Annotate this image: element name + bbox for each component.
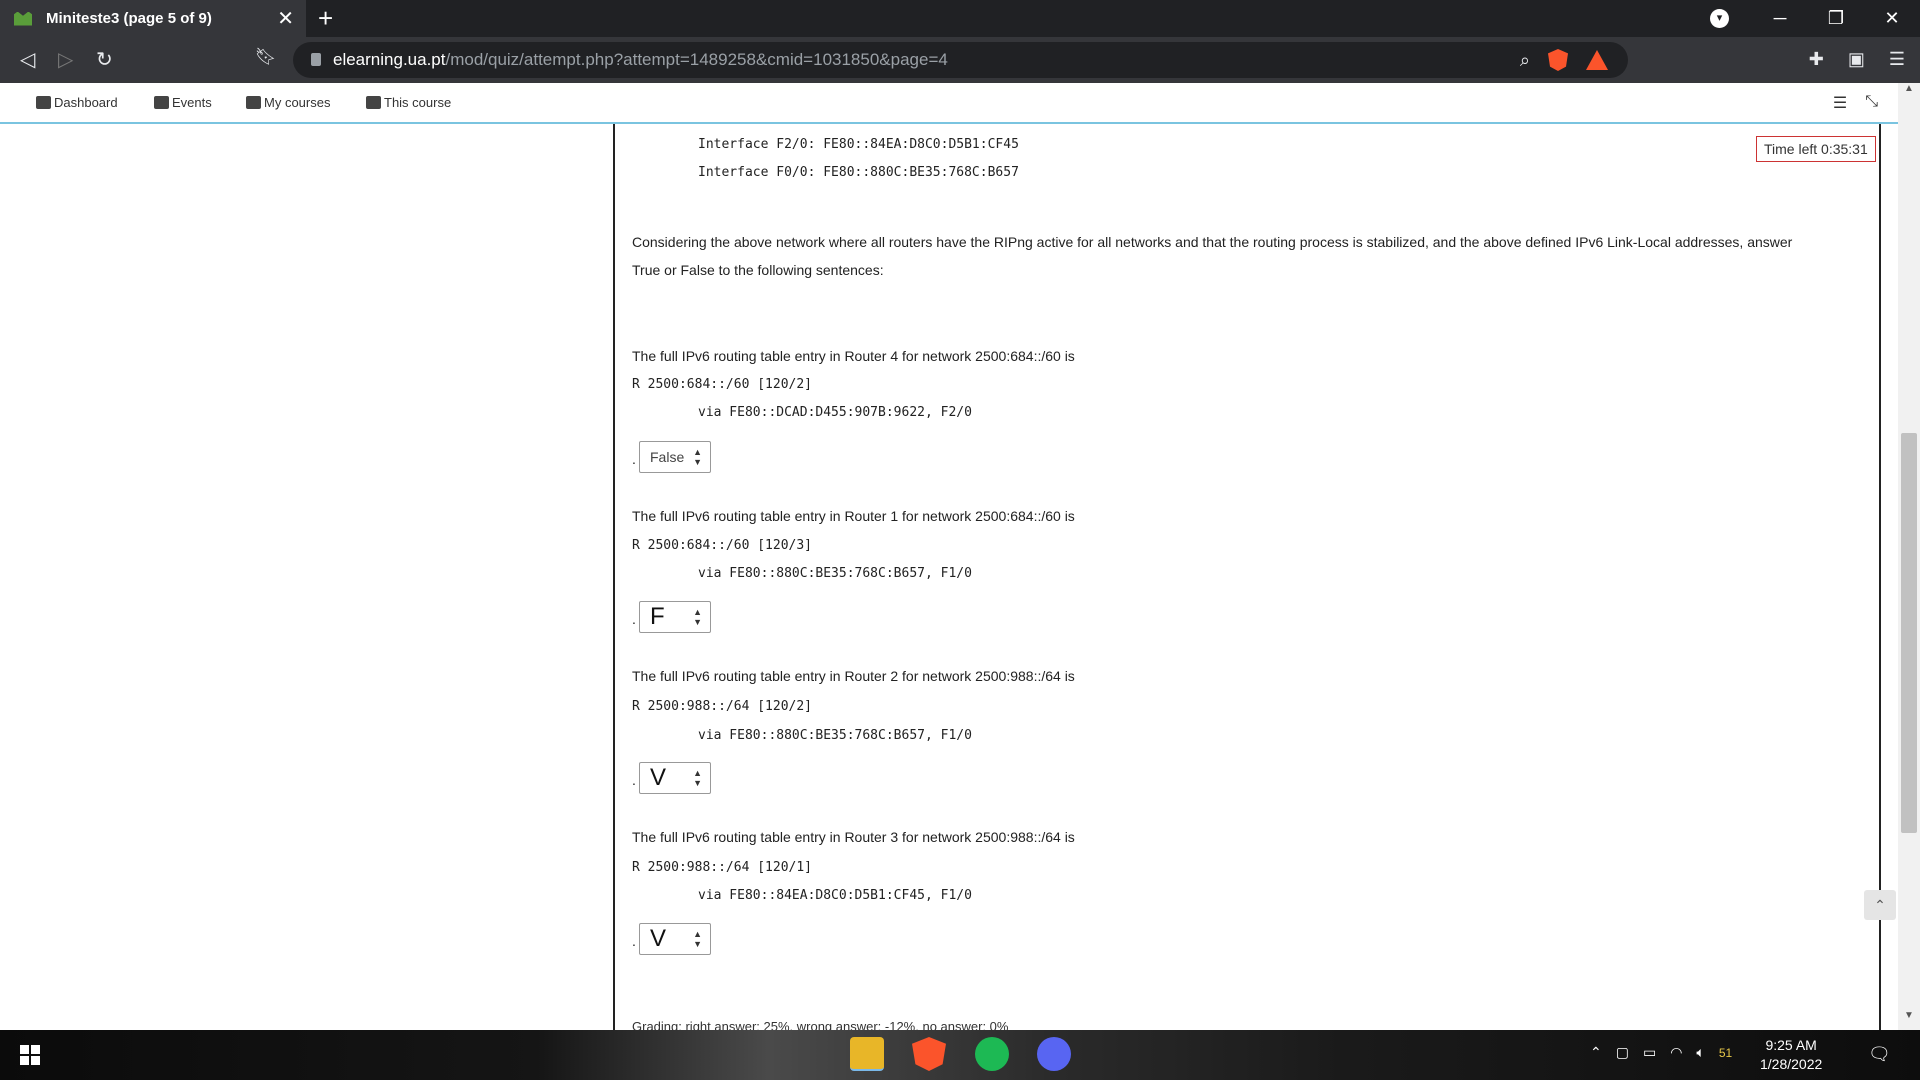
window-controls: ─ ❐ ✕ — [1752, 0, 1920, 37]
browser-tab-bar: Miniteste3 (page 5 of 9) ✕ + ▾ ─ ❐ ✕ — [0, 0, 1920, 37]
select-arrow-icon: ▲ ▼ — [693, 768, 702, 788]
select-arrow-icon: ▲ ▼ — [693, 607, 702, 627]
close-window-icon[interactable]: ✕ — [1864, 8, 1920, 29]
answer-select-value: F — [650, 603, 665, 630]
spotify-icon[interactable] — [975, 1037, 1009, 1071]
lock-icon — [311, 53, 321, 66]
brave-shields-icon[interactable] — [1548, 49, 1568, 71]
route-via: via FE80::84EA:D8C0:D5B1:CF45, F1/0 — [698, 888, 972, 903]
brave-rewards-icon[interactable] — [1586, 50, 1608, 70]
brave-browser-icon[interactable] — [912, 1037, 946, 1071]
scroll-down-icon[interactable]: ▼ — [1898, 1010, 1920, 1030]
menu-icon[interactable]: ☰ — [1889, 49, 1905, 70]
tab-title: Miniteste3 (page 5 of 9) — [46, 10, 212, 27]
nav-this-course[interactable]: This course — [366, 95, 451, 110]
answer-select-value: False — [650, 449, 685, 465]
tray-expand-icon[interactable]: ⌃ — [1590, 1044, 1602, 1061]
url-host: elearning.ua.pt — [333, 50, 446, 69]
list-toggle-icon[interactable]: ☰ — [1833, 93, 1847, 113]
clock-time: 9:25 AM — [1765, 1037, 1817, 1053]
forward-icon[interactable]: ▷ — [58, 47, 73, 72]
content-border-left — [613, 124, 615, 1030]
briefcase-icon — [246, 96, 261, 109]
scrollbar-thumb[interactable] — [1901, 433, 1917, 833]
answer-select-value: V — [650, 764, 667, 791]
statement-text: The full IPv6 routing table entry in Rou… — [632, 348, 1075, 364]
answer-select[interactable]: V ▲ ▼ — [639, 762, 711, 794]
system-tray: ⌃ ▢ ▭ ◠ 🔈︎ 51 — [1590, 1044, 1732, 1061]
nav-this-course-label: This course — [384, 95, 452, 110]
page-scrollbar[interactable]: ▲ ▼ — [1898, 83, 1920, 1030]
route-via: via FE80::880C:BE35:768C:B657, F1/0 — [698, 566, 972, 581]
answer-select[interactable]: V ▲ ▼ — [639, 923, 711, 955]
quiz-timer: Time left 0:35:31 — [1756, 136, 1876, 162]
route-via: via FE80::DCAD:D455:907B:9622, F2/0 — [698, 405, 972, 420]
sitemap-icon — [366, 96, 381, 109]
reload-icon[interactable]: ↻ — [96, 47, 113, 72]
statement-text: The full IPv6 routing table entry in Rou… — [632, 829, 1075, 845]
nav-my-courses-label: My courses — [264, 95, 331, 110]
wallet-icon[interactable]: ▣ — [1848, 49, 1865, 70]
windows-taskbar: ⌃ ▢ ▭ ◠ 🔈︎ 51 9:25 AM 1/28/2022 🗨︎ — [0, 1030, 1920, 1080]
extensions-icon[interactable]: ✚ — [1809, 49, 1824, 70]
question-intro: True or False to the following sentences… — [632, 262, 884, 278]
answer-select-value: V — [650, 925, 667, 952]
route-line: R 2500:988::/64 [120/2] — [632, 699, 813, 714]
browser-toolbar: ◁ ▷ ↻ 🔖︎ elearning.ua.pt/mod/quiz/attemp… — [0, 37, 1920, 83]
route-line: R 2500:684::/60 [120/3] — [632, 538, 813, 553]
url-path: /mod/quiz/attempt.php?attempt=1489258&cm… — [445, 50, 948, 69]
url-text[interactable]: elearning.ua.pt/mod/quiz/attempt.php?att… — [333, 50, 948, 70]
compress-icon[interactable]: ⤡ — [1865, 93, 1878, 113]
restore-icon[interactable]: ❐ — [1808, 8, 1864, 29]
zoom-icon[interactable]: ⌕ — [1520, 50, 1530, 71]
answer-select[interactable]: F ▲ ▼ — [639, 601, 711, 633]
windows-start-icon[interactable] — [20, 1045, 40, 1065]
dashboard-icon — [36, 96, 51, 109]
question-intro: Considering the above network where all … — [632, 234, 1793, 250]
scroll-to-top-button[interactable]: ⌃ — [1864, 890, 1896, 920]
clock-date: 1/28/2022 — [1760, 1056, 1823, 1072]
discord-icon[interactable] — [1037, 1037, 1071, 1071]
answer-select[interactable]: False ▲ ▼ — [639, 441, 711, 473]
nav-events-label: Events — [172, 95, 212, 110]
interface-line: Interface F2/0: FE80::84EA:D8C0:D5B1:CF4… — [698, 137, 1019, 152]
address-bar[interactable]: elearning.ua.pt/mod/quiz/attempt.php?att… — [293, 42, 1628, 78]
nav-events[interactable]: Events — [154, 95, 212, 110]
route-line: R 2500:684::/60 [120/2] — [632, 377, 813, 392]
battery-icon[interactable]: ▭ — [1643, 1044, 1656, 1061]
calendar-icon — [154, 96, 169, 109]
route-line: R 2500:988::/64 [120/1] — [632, 860, 813, 875]
nav-dashboard[interactable]: Dashboard — [36, 95, 118, 110]
interface-line: Interface F0/0: FE80::880C:BE35:768C:B65… — [698, 165, 1019, 180]
tab-search-icon[interactable]: ▾ — [1710, 9, 1729, 28]
minimize-icon[interactable]: ─ — [1752, 8, 1808, 29]
statement-text: The full IPv6 routing table entry in Rou… — [632, 668, 1075, 684]
grading-text: Grading: right answer: 25%, wrong answer… — [632, 1019, 1009, 1030]
moodle-favicon-icon — [14, 11, 32, 26]
new-tab-button[interactable]: + — [318, 4, 333, 32]
statement-text: The full IPv6 routing table entry in Rou… — [632, 508, 1075, 524]
volume-muted-icon[interactable]: 🔈︎ — [1696, 1044, 1704, 1061]
route-via: via FE80::880C:BE35:768C:B657, F1/0 — [698, 728, 972, 743]
notifications-icon[interactable]: 🗨︎ — [1868, 1044, 1891, 1065]
meet-now-icon[interactable]: ▢ — [1616, 1044, 1629, 1061]
moodle-navbar: Dashboard Events My courses This course … — [0, 83, 1898, 124]
back-icon[interactable]: ◁ — [20, 47, 35, 72]
scroll-up-icon[interactable]: ▲ — [1898, 83, 1920, 103]
nav-my-courses[interactable]: My courses — [246, 95, 330, 110]
taskbar-clock[interactable]: 9:25 AM 1/28/2022 — [1760, 1036, 1822, 1074]
select-arrow-icon: ▲ ▼ — [693, 929, 702, 949]
tray-counter: 51 — [1718, 1045, 1733, 1060]
quiz-page: Time left 0:35:31 Interface F2/0: FE80::… — [0, 124, 1898, 1030]
wifi-icon[interactable]: ◠ — [1670, 1044, 1682, 1061]
nav-dashboard-label: Dashboard — [54, 95, 118, 110]
tab-close-icon[interactable]: ✕ — [277, 6, 294, 31]
bookmark-icon[interactable]: 🔖︎ — [255, 47, 277, 67]
select-arrow-icon: ▲ ▼ — [693, 447, 702, 467]
browser-tab[interactable]: Miniteste3 (page 5 of 9) ✕ — [0, 0, 306, 37]
file-explorer-icon[interactable] — [850, 1037, 884, 1071]
